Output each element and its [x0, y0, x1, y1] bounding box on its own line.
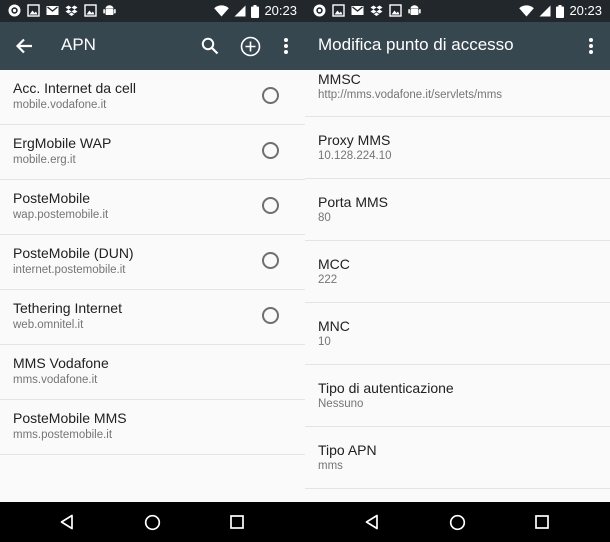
setting-value: 10.128.224.10 — [318, 150, 392, 162]
apn-item[interactable]: Tethering Internet web.omnitel.it — [0, 290, 305, 345]
apn-radio[interactable] — [262, 197, 279, 214]
image-icon — [389, 4, 402, 17]
setting-value: 80 — [318, 212, 331, 224]
apn-name: PosteMobile — [13, 190, 91, 206]
battery-icon — [251, 4, 260, 18]
navigation-bar — [305, 502, 610, 542]
page-title: Modifica punto di accesso — [318, 35, 514, 54]
gmail-icon — [351, 6, 364, 15]
search-icon[interactable] — [198, 34, 222, 58]
setting-value: Nessuno — [318, 398, 364, 410]
apn-value: mms.vodafone.it — [13, 374, 98, 386]
apn-list-screen: 20:23 APN Acc. Internet da cell mobile.v… — [0, 0, 305, 542]
nav-home-icon[interactable] — [142, 512, 162, 532]
battery-icon — [556, 4, 565, 18]
setting-apn-type[interactable]: Tipo APN mms — [305, 427, 610, 489]
app-bar: Modifica punto di accesso — [305, 22, 610, 70]
dropbox-icon — [65, 5, 78, 16]
nav-recents-icon[interactable] — [532, 512, 552, 532]
setting-label: Proxy MMS — [318, 132, 391, 148]
status-bar: 20:23 — [305, 0, 610, 22]
apn-value: mms.postemobile.it — [13, 429, 113, 441]
apn-name: ErgMobile WAP — [13, 135, 112, 151]
setting-mmsc[interactable]: MMSC http://mms.vodafone.it/servlets/mms — [305, 70, 610, 117]
setting-value: http://mms.vodafone.it/servlets/mms — [318, 89, 503, 101]
arrow-back-icon[interactable] — [12, 34, 36, 58]
wifi-icon — [519, 5, 535, 17]
setting-mcc[interactable]: MCC 222 — [305, 241, 610, 303]
apn-value: internet.postemobile.it — [13, 264, 126, 276]
setting-value: 10 — [318, 336, 331, 348]
apn-name: Tethering Internet — [13, 300, 122, 316]
apn-radio[interactable] — [262, 252, 279, 269]
edit-access-point-screen: 20:23 Modifica punto di accesso MMSC htt… — [305, 0, 610, 542]
setting-value: mms — [318, 460, 343, 472]
android-debug-icon — [103, 5, 116, 15]
status-time: 20:23 — [264, 3, 297, 18]
apn-item[interactable]: ErgMobile WAP mobile.erg.it — [0, 125, 305, 180]
image-icon — [84, 4, 97, 17]
setting-auth-type[interactable]: Tipo di autenticazione Nessuno — [305, 365, 610, 427]
notification-app-icon — [8, 4, 21, 17]
apn-radio[interactable] — [262, 142, 279, 159]
add-circle-icon[interactable] — [238, 34, 262, 58]
apn-name: Acc. Internet da cell — [13, 80, 136, 96]
status-time: 20:23 — [569, 3, 602, 18]
nav-back-icon[interactable] — [362, 512, 382, 532]
image-icon — [332, 4, 345, 17]
apn-name: PosteMobile MMS — [13, 410, 127, 426]
apn-value: web.omnitel.it — [13, 319, 84, 331]
apn-list: Acc. Internet da cell mobile.vodafone.it… — [0, 70, 305, 502]
status-bar: 20:23 — [0, 0, 305, 22]
setting-porta-mms[interactable]: Porta MMS 80 — [305, 179, 610, 241]
wifi-icon — [214, 5, 230, 17]
setting-mnc[interactable]: MNC 10 — [305, 303, 610, 365]
apn-item[interactable]: PosteMobile wap.postemobile.it — [0, 180, 305, 235]
apn-radio[interactable] — [262, 87, 279, 104]
gmail-icon — [46, 6, 59, 15]
nav-back-icon[interactable] — [57, 512, 77, 532]
apn-value: mobile.vodafone.it — [13, 99, 107, 111]
setting-label: MNC — [318, 318, 350, 334]
navigation-bar — [0, 502, 305, 542]
signal-icon — [234, 5, 246, 17]
apn-name: PosteMobile (DUN) — [13, 245, 134, 261]
setting-proxy-mms[interactable]: Proxy MMS 10.128.224.10 — [305, 117, 610, 179]
apn-name: MMS Vodafone — [13, 355, 109, 371]
nav-home-icon[interactable] — [447, 512, 467, 532]
setting-label: MMSC — [318, 71, 361, 87]
apn-item[interactable]: PosteMobile MMS mms.postemobile.it — [0, 400, 305, 455]
more-vert-icon[interactable] — [274, 34, 298, 58]
setting-label: Porta MMS — [318, 194, 389, 210]
access-point-settings: MMSC http://mms.vodafone.it/servlets/mms… — [305, 70, 610, 502]
android-debug-icon — [408, 5, 421, 15]
setting-value: 222 — [318, 274, 338, 286]
notification-app-icon — [313, 4, 326, 17]
setting-label: Tipo APN — [318, 442, 377, 458]
image-icon — [27, 4, 40, 17]
nav-recents-icon[interactable] — [227, 512, 247, 532]
more-vert-icon[interactable] — [579, 34, 603, 58]
setting-label: MCC — [318, 256, 350, 272]
page-title: APN — [61, 35, 96, 54]
apn-item[interactable]: PosteMobile (DUN) internet.postemobile.i… — [0, 235, 305, 290]
apn-value: mobile.erg.it — [13, 154, 76, 166]
dropbox-icon — [370, 5, 383, 16]
apn-item[interactable]: MMS Vodafone mms.vodafone.it — [0, 345, 305, 400]
app-bar: APN — [0, 22, 305, 70]
setting-label: Tipo di autenticazione — [318, 380, 454, 396]
apn-item[interactable]: Acc. Internet da cell mobile.vodafone.it — [0, 70, 305, 125]
signal-icon — [539, 5, 551, 17]
apn-radio[interactable] — [262, 307, 279, 324]
apn-value: wap.postemobile.it — [13, 209, 109, 221]
